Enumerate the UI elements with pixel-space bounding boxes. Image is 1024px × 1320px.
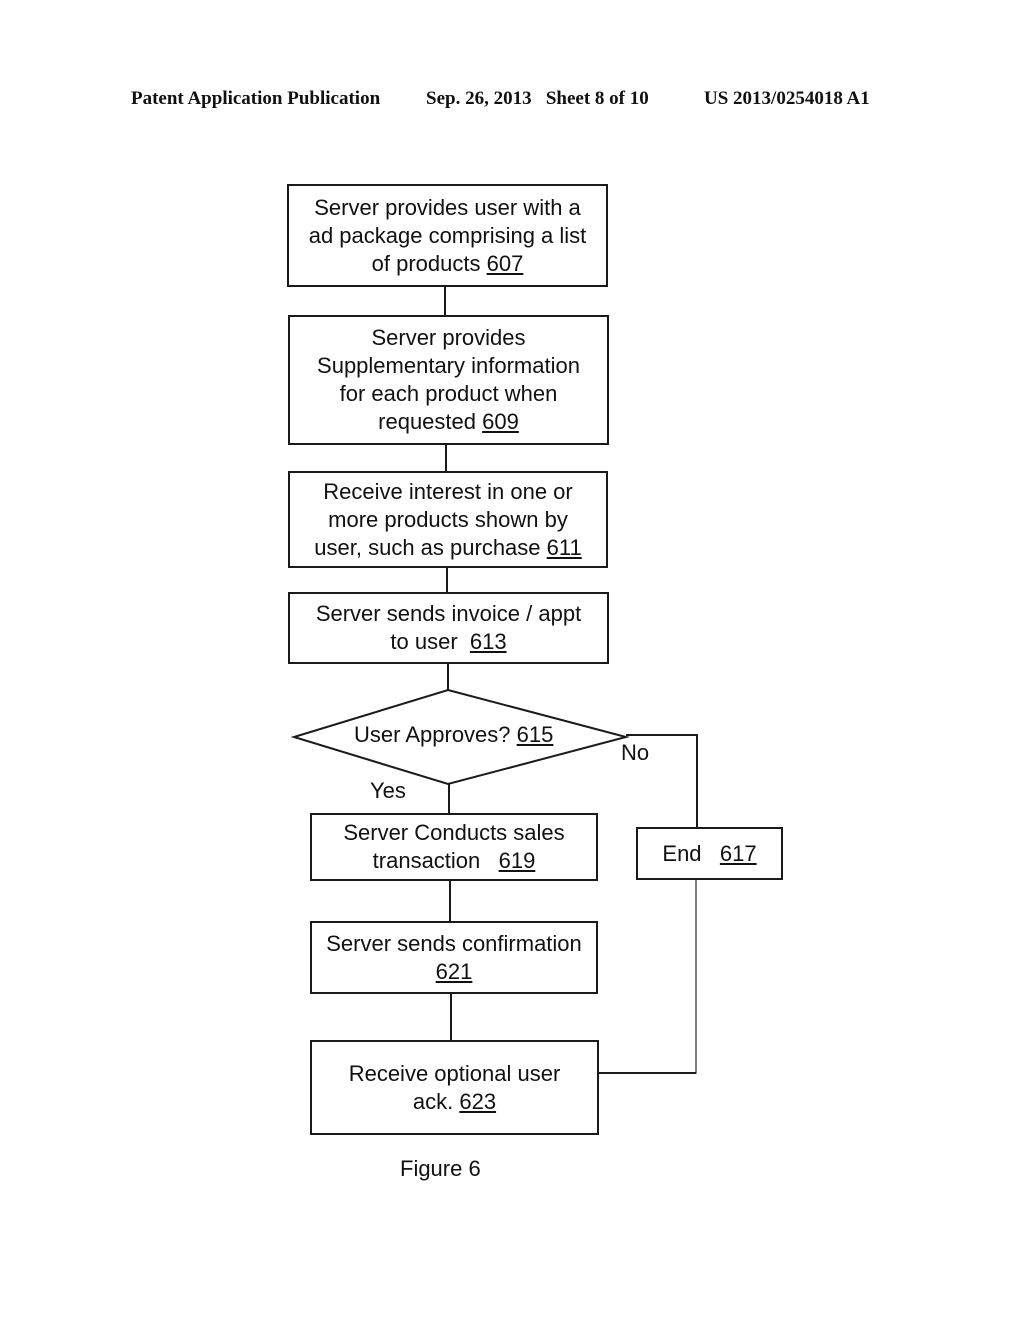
step-623-box: Receive optional user ack. 623 (310, 1040, 599, 1135)
step-623-ref: 623 (459, 1088, 497, 1114)
step-611-ref: 611 (546, 534, 582, 560)
branch-label-yes: Yes (370, 778, 406, 803)
step-623-line-1: Receive optional user (348, 1060, 561, 1086)
step-609-line-1: Server provides (371, 325, 526, 350)
step-607-box: Server provides user with a ad package c… (287, 184, 608, 287)
connector-617-623 (598, 880, 697, 1074)
step-613-box: Server sends invoice / appt to user 613 (288, 592, 609, 664)
step-623-line-2: ack. (412, 1088, 460, 1114)
step-609-box: Server provides Supplementary informatio… (288, 315, 609, 445)
decision-615-text: User Approves? (354, 722, 517, 747)
step-619-box: Server Conducts sales transaction 619 (310, 813, 598, 881)
step-613-ref: 613 (469, 629, 507, 654)
step-611-box: Receive interest in one or more products… (288, 471, 608, 568)
step-607-ref: 607 (486, 250, 524, 276)
step-607-line-1: Server provides user with a (314, 194, 581, 220)
step-609-line-2: Supplementary information (317, 353, 580, 378)
step-619-ref: 619 (498, 848, 536, 873)
step-617-end-box: End 617 (636, 827, 783, 880)
decision-615-ref: 615 (516, 722, 554, 747)
step-619-line-2: transaction (372, 848, 499, 873)
step-609-line-3: for each product when (339, 381, 558, 406)
step-611-line-1: Receive interest in one or (323, 478, 573, 504)
step-613-line-2: to user (390, 629, 470, 654)
step-613-line-1: Server sends invoice / appt (315, 601, 582, 626)
step-617-ref: 617 (719, 840, 757, 866)
step-621-line-1: Server sends confirmation (326, 930, 582, 956)
step-611-line-3: user, such as purchase (314, 534, 547, 560)
decision-615-label: User Approves? 615 (354, 722, 553, 748)
step-621-ref: 621 (435, 958, 473, 984)
step-617-text: End (662, 840, 720, 866)
branch-label-no: No (621, 740, 650, 765)
figure-caption: Figure 6 (400, 1156, 481, 1181)
step-609-ref: 609 (482, 409, 519, 434)
step-609-line-4: requested (378, 409, 483, 434)
step-621-box: Server sends confirmation 621 (310, 921, 598, 994)
step-619-line-1: Server Conducts sales (343, 820, 565, 845)
step-607-line-2: ad package comprising a list (308, 222, 587, 248)
step-611-line-2: more products shown by (328, 506, 568, 532)
step-607-line-3: of products (371, 250, 487, 276)
